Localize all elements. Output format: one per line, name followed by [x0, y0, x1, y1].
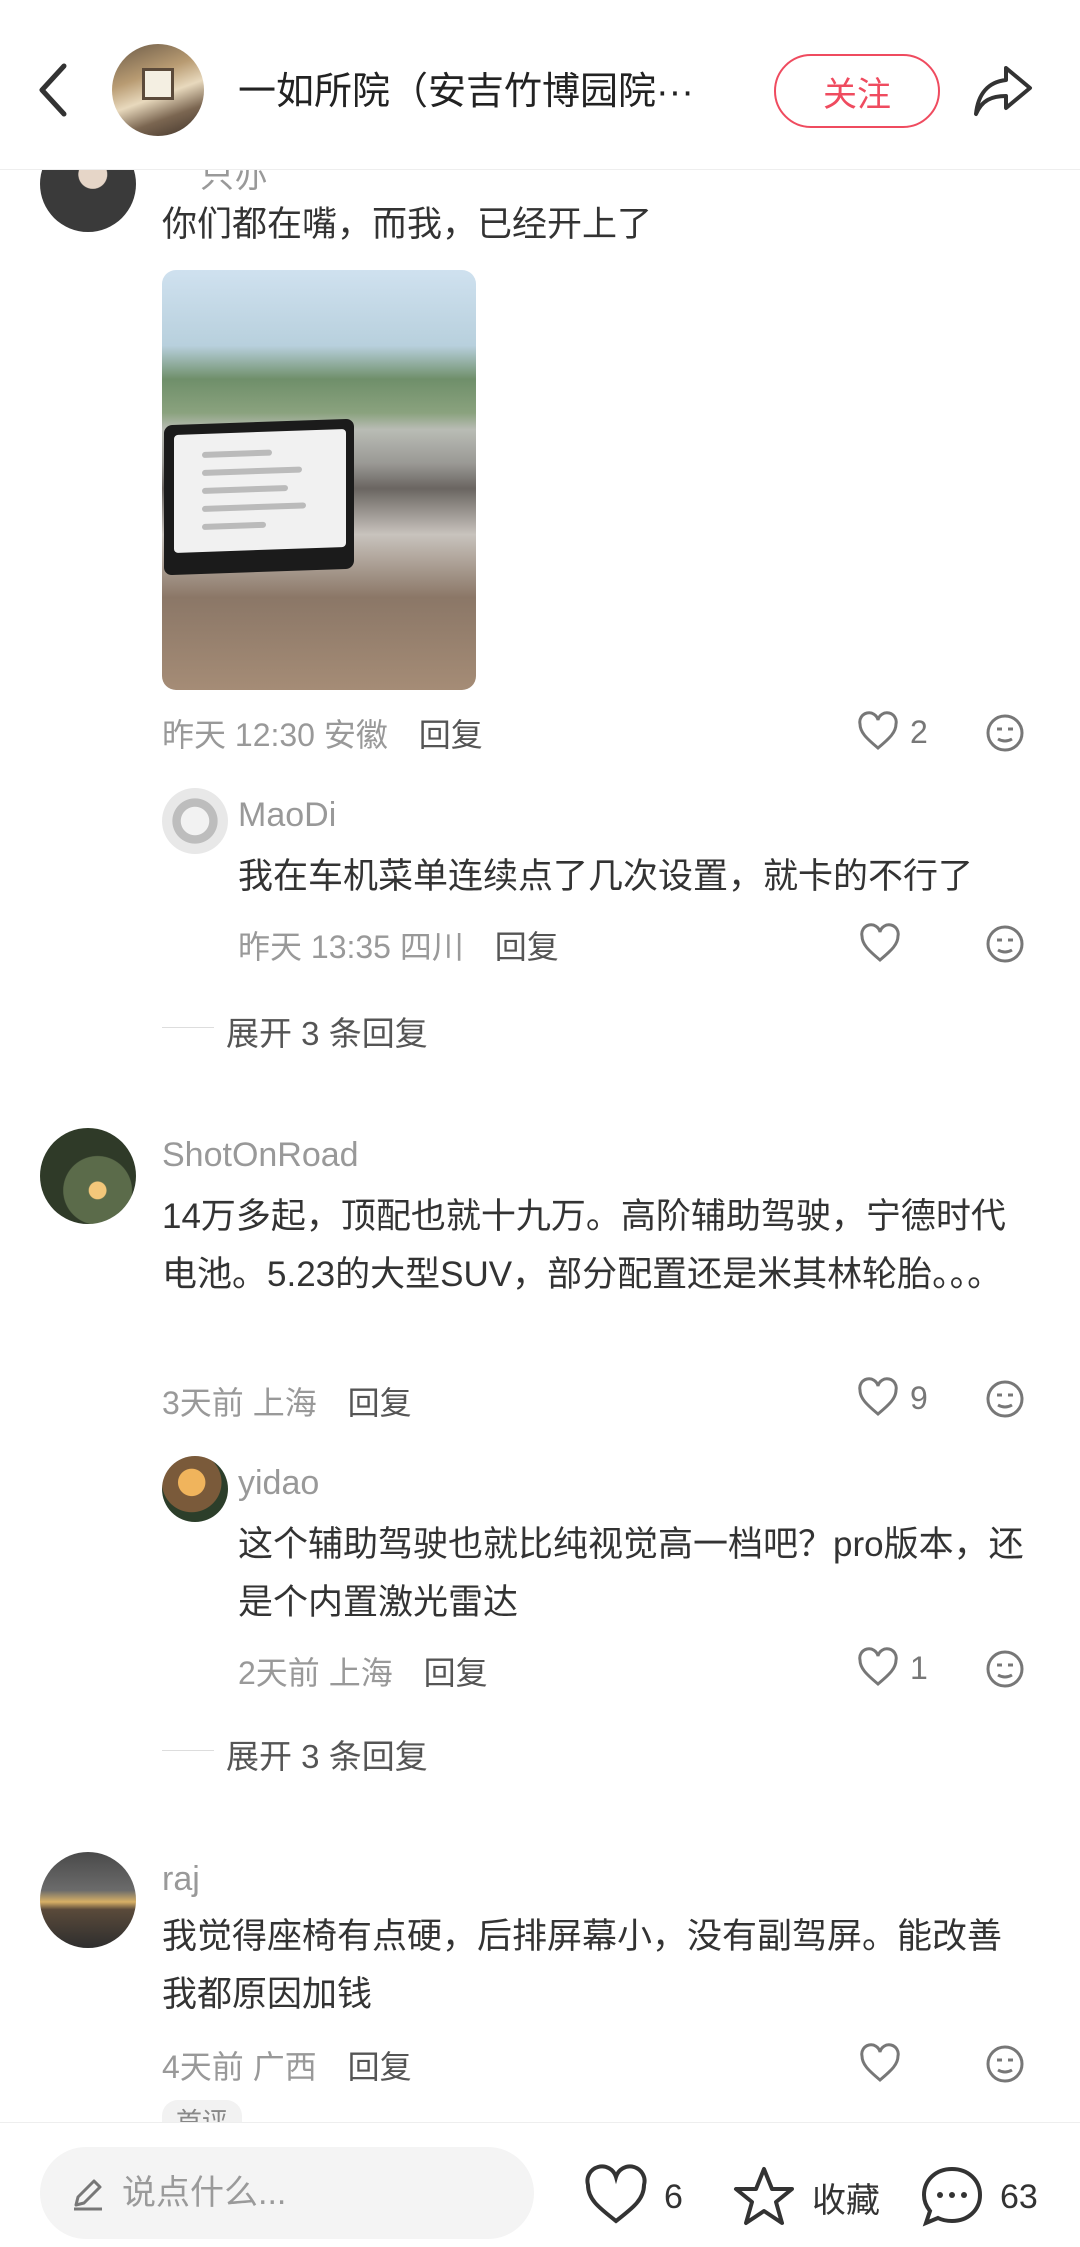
reply-avatar[interactable] [162, 1456, 228, 1522]
comment-text: 14万多起，顶配也就十九万。高阶辅助驾驶，宁德时代电池。5.23的大型SUV，部… [162, 1197, 1006, 1294]
heart-icon [860, 923, 900, 962]
reaction-emoji-icon[interactable] [985, 1379, 1025, 1419]
star-icon [734, 2167, 794, 2225]
comment-button[interactable]: 63 [918, 2163, 1038, 2231]
commenter-name[interactable]: raj [162, 1860, 200, 1899]
comment-location: 安徽 [323, 717, 388, 753]
commenter-avatar[interactable] [40, 1852, 136, 1948]
like-button[interactable] [858, 922, 902, 966]
comment-photo[interactable] [162, 270, 476, 690]
like-count: 1 [910, 1649, 928, 1686]
comment-meta: 4天前 广西 回复 [162, 2042, 412, 2088]
like-post-button[interactable]: 6 [582, 2163, 683, 2231]
post-like-count: 6 [664, 2177, 683, 2216]
comment-location: 上海 [252, 1385, 317, 1421]
author-avatar[interactable] [112, 44, 204, 136]
like-count: 9 [910, 1379, 928, 1416]
expand-divider [162, 1750, 214, 1751]
reply-name[interactable]: MaoDi [238, 796, 336, 835]
comment-bubble-icon [921, 2166, 983, 2227]
reply-time: 昨天 13:35 [238, 929, 391, 965]
reaction-emoji-icon[interactable] [985, 924, 1025, 964]
expand-divider [162, 1027, 214, 1028]
reply-avatar[interactable] [162, 788, 228, 854]
reply-meta: 2天前 上海 回复 [238, 1648, 488, 1694]
reaction-emoji-icon[interactable] [985, 1649, 1025, 1689]
like-count: 2 [910, 713, 928, 750]
commenter-name[interactable]: ShotOnRoad [162, 1136, 359, 1175]
heart-icon [858, 711, 898, 750]
comment-text: 你们都在嘴，而我，已经开上了 [162, 205, 653, 244]
heart-icon [860, 2043, 900, 2082]
heart-icon [858, 1647, 898, 1686]
like-button[interactable]: 9 [856, 1376, 928, 1420]
reply-button[interactable]: 回复 [348, 1385, 412, 1421]
collect-label: 收藏 [812, 2181, 880, 2220]
comment-meta: 昨天 12:30 安徽 回复 [162, 710, 483, 756]
reply-time: 2天前 [238, 1655, 320, 1691]
comment-time: 昨天 12:30 [162, 717, 315, 753]
reply-button[interactable]: 回复 [495, 929, 559, 965]
comment-text: 我觉得座椅有点硬，后排屏幕小，没有副驾屏。能改善我都原因加钱 [162, 1917, 1003, 2014]
pencil-icon [74, 2179, 102, 2211]
reply-button[interactable]: 回复 [424, 1655, 488, 1691]
expand-replies-button[interactable]: 展开 3 条回复 [226, 1730, 428, 1778]
reaction-emoji-icon[interactable] [985, 2044, 1025, 2084]
heart-icon [858, 1377, 898, 1416]
comment-time: 3天前 [162, 1385, 244, 1421]
reply-button[interactable]: 回复 [419, 717, 483, 753]
reply-location: 四川 [399, 929, 464, 965]
like-button[interactable] [858, 2042, 902, 2086]
reply-meta: 昨天 13:35 四川 回复 [238, 922, 559, 968]
bottom-bar: 6 收藏 63 [0, 2122, 1080, 2247]
author-name[interactable]: 一如所院（安吉竹博园院··· [238, 60, 694, 115]
heart-icon [585, 2164, 647, 2224]
comment-location: 广西 [252, 2049, 317, 2085]
reply-button[interactable]: 回复 [348, 2049, 412, 2085]
commenter-avatar[interactable] [40, 1128, 136, 1224]
comment-input-box[interactable] [40, 2147, 534, 2239]
reply-text: 我在车机菜单连续点了几次设置，就卡的不行了 [238, 857, 974, 896]
reply-text: 这个辅助驾驶也就比纯视觉高一档吧？pro版本，还是个内置激光雷达 [238, 1525, 1024, 1622]
share-icon[interactable] [970, 58, 1036, 124]
reply-name[interactable]: yidao [238, 1464, 319, 1503]
reply-location: 上海 [328, 1655, 393, 1691]
collect-button[interactable]: 收藏 [730, 2163, 880, 2231]
back-arrow-icon[interactable] [32, 58, 76, 122]
expand-replies-button[interactable]: 展开 3 条回复 [226, 1007, 428, 1055]
comment-meta: 3天前 上海 回复 [162, 1378, 412, 1424]
car-screen-image [164, 418, 354, 576]
comment-time: 4天前 [162, 2049, 244, 2085]
like-button[interactable]: 1 [856, 1646, 928, 1690]
comment-count: 63 [1000, 2177, 1038, 2216]
comment-input[interactable] [122, 2173, 502, 2213]
follow-button[interactable]: 关注 [774, 54, 940, 128]
reaction-emoji-icon[interactable] [985, 713, 1025, 753]
like-button[interactable]: 2 [856, 710, 928, 754]
top-bar: 一如所院（安吉竹博园院··· 关注 [0, 0, 1080, 170]
